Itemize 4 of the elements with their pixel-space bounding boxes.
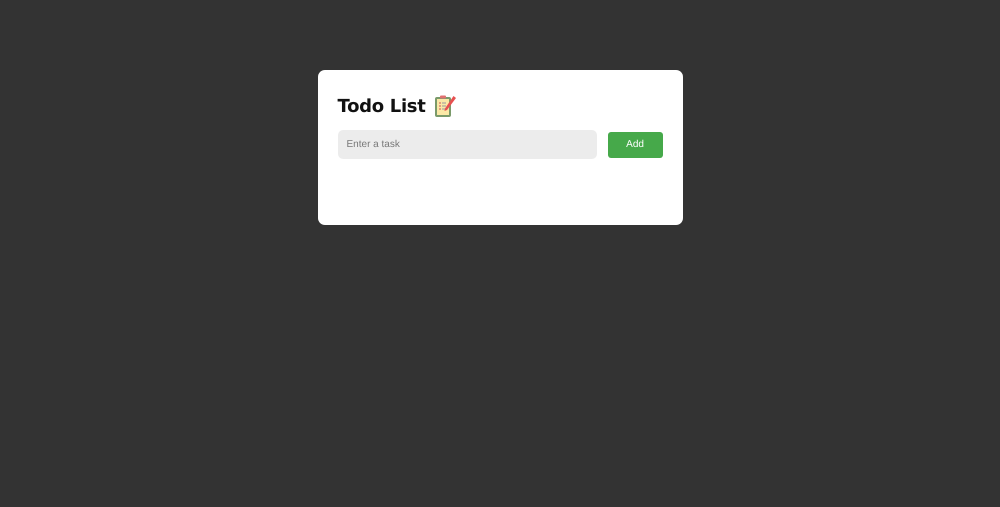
clipboard-pencil-icon [432, 94, 457, 118]
add-button[interactable]: Add [608, 132, 662, 158]
task-input-field[interactable]: Enter a task [338, 130, 597, 159]
card-title: Todo List [338, 96, 426, 116]
